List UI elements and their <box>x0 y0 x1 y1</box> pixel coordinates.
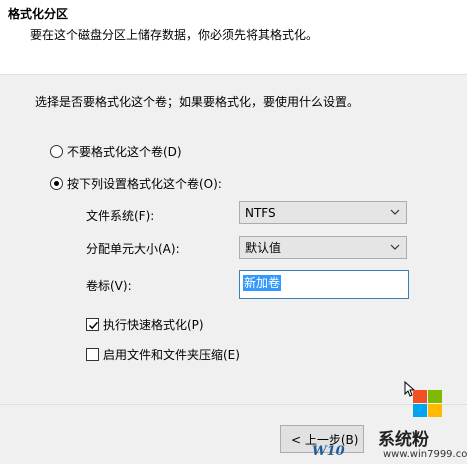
wizard-header: 格式化分区 要在这个磁盘分区上储存数据，你必须先将其格式化。 <box>0 0 467 75</box>
quick-format-checkbox[interactable] <box>86 318 99 331</box>
watermark-brand: 系统粉 <box>378 430 429 450</box>
quick-format-option[interactable]: 执行快速格式化(P) <box>86 316 204 333</box>
format-question: 选择是否要格式化这个卷；如果要格式化，要使用什么设置。 <box>35 95 360 109</box>
format-with-settings-option[interactable]: 按下列设置格式化这个卷(O): <box>50 175 222 192</box>
compression-label: 启用文件和文件夹压缩(E) <box>103 348 240 362</box>
no-format-option[interactable]: 不要格式化这个卷(D) <box>50 143 182 160</box>
volume-label-label: 卷标(V): <box>86 279 132 293</box>
checkmark-icon <box>88 321 99 330</box>
filesystem-label: 文件系统(F): <box>86 209 155 223</box>
quick-format-label: 执行快速格式化(P) <box>103 318 204 332</box>
no-format-label: 不要格式化这个卷(D) <box>67 145 182 159</box>
chevron-down-icon <box>390 244 400 250</box>
allocation-unit-select[interactable]: 默认值 <box>239 236 407 259</box>
page-subtitle: 要在这个磁盘分区上储存数据，你必须先将其格式化。 <box>30 28 319 42</box>
filesystem-value: NTFS <box>245 205 276 220</box>
allocation-unit-value: 默认值 <box>245 241 282 255</box>
allocation-unit-label: 分配单元大小(A): <box>86 242 180 256</box>
watermark-url: www.win7999.com <box>383 449 467 460</box>
format-with-settings-radio[interactable] <box>50 177 63 190</box>
compression-option[interactable]: 启用文件和文件夹压缩(E) <box>86 346 240 363</box>
watermark-w10: W10 <box>312 444 345 459</box>
no-format-radio[interactable] <box>50 145 63 158</box>
volume-label-value: 新加卷 <box>243 275 282 291</box>
format-with-settings-label: 按下列设置格式化这个卷(O): <box>67 177 222 191</box>
volume-label-input[interactable]: 新加卷 <box>239 270 409 299</box>
windows-logo-icon <box>413 390 443 418</box>
compression-checkbox[interactable] <box>86 348 99 361</box>
footer-divider <box>0 404 467 405</box>
chevron-down-icon <box>390 209 400 215</box>
page-title: 格式化分区 <box>8 7 69 21</box>
filesystem-select[interactable]: NTFS <box>239 201 407 224</box>
